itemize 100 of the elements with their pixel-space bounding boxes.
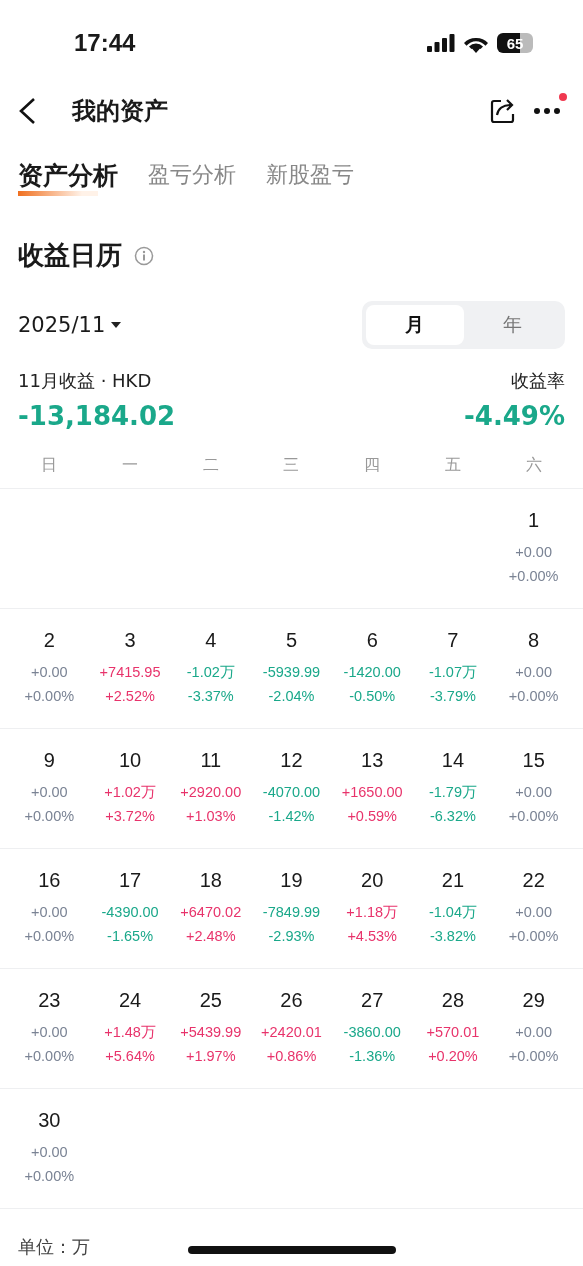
day-return: +1.03%	[186, 807, 236, 826]
day-profit: -1.02万	[186, 663, 235, 682]
day-number[interactable]: 18	[199, 869, 222, 892]
day-number[interactable]: 21	[441, 869, 465, 892]
day-return: +0.00%	[508, 687, 559, 706]
day-profit: -1420.00	[343, 663, 401, 682]
period-option[interactable]: 年	[463, 305, 561, 345]
day-number[interactable]: 13	[361, 749, 384, 772]
day-number[interactable]: 5	[285, 629, 298, 652]
day-return: +0.00%	[508, 927, 559, 946]
day-number[interactable]: 25	[199, 989, 222, 1012]
day-number[interactable]: 20	[361, 869, 384, 892]
day-return: -2.04%	[268, 687, 315, 706]
day-return: +0.00%	[24, 1167, 75, 1186]
day-return: +0.00%	[24, 807, 75, 826]
day-return: -3.82%	[429, 927, 476, 946]
day-return: +3.72%	[105, 807, 155, 826]
day-return: +2.52%	[105, 687, 155, 706]
day-profit: +5439.99	[180, 1023, 242, 1042]
day-return: -6.32%	[429, 807, 476, 826]
day-profit: +0.00	[515, 903, 552, 922]
day-number[interactable]: 19	[280, 869, 303, 892]
tab[interactable]: 新股盈亏	[266, 160, 354, 194]
unit-note: 单位：万	[18, 1235, 90, 1259]
day-profit: -7849.99	[262, 903, 321, 922]
day-number[interactable]: 4	[205, 629, 217, 652]
day-number[interactable]: 23	[38, 989, 61, 1012]
weekday-label: 四	[363, 455, 382, 476]
weekday-label: 六	[524, 455, 543, 476]
day-profit: +0.00	[515, 663, 552, 682]
share-button[interactable]	[489, 97, 517, 125]
day-profit: +0.00	[515, 1023, 552, 1042]
day-return: +0.00%	[24, 927, 75, 946]
rate-label: 收益率	[511, 369, 565, 393]
day-return: +0.20%	[428, 1047, 478, 1066]
day-number[interactable]: 8	[528, 629, 540, 652]
day-return: +1.97%	[186, 1047, 236, 1066]
day-number[interactable]: 1	[528, 509, 540, 532]
day-number[interactable]: 30	[38, 1109, 61, 1132]
day-return: +2.48%	[186, 927, 236, 946]
day-number[interactable]: 3	[124, 629, 136, 652]
day-profit: -4070.00	[262, 783, 321, 802]
page-title: 我的资产	[72, 96, 169, 127]
weekday-label: 二	[201, 455, 220, 476]
period-option[interactable]: 月	[366, 305, 464, 345]
day-profit: +6470.02	[180, 903, 242, 922]
day-profit: -3860.00	[343, 1023, 401, 1042]
day-number[interactable]: 27	[361, 989, 384, 1012]
day-profit: -4390.00	[101, 903, 159, 922]
day-return: +0.86%	[266, 1047, 317, 1066]
day-return: +4.53%	[347, 927, 397, 946]
day-number[interactable]: 29	[522, 989, 545, 1012]
day-profit: +0.00	[31, 783, 68, 802]
day-return: +0.00%	[508, 1047, 559, 1066]
day-profit: +1.18万	[346, 903, 399, 922]
day-profit: +2420.01	[261, 1023, 322, 1042]
day-number[interactable]: 16	[38, 869, 61, 892]
day-profit: +2920.00	[180, 783, 242, 802]
day-return: +0.59%	[347, 807, 397, 826]
weekday-label: 三	[282, 455, 301, 476]
signal-icon	[427, 34, 455, 52]
day-return: -3.79%	[429, 687, 476, 706]
day-profit: +7415.95	[99, 663, 161, 682]
day-profit: -1.07万	[428, 663, 477, 682]
day-number[interactable]: 6	[366, 629, 378, 652]
day-return: -1.65%	[107, 927, 154, 946]
day-number[interactable]: 28	[441, 989, 465, 1012]
day-profit: +1.48万	[104, 1023, 156, 1042]
day-profit: +0.00	[31, 663, 68, 682]
day-number[interactable]: 14	[441, 749, 465, 772]
day-number[interactable]: 11	[200, 749, 222, 772]
day-number[interactable]: 24	[118, 989, 142, 1012]
section-title: 收益日历	[18, 239, 122, 272]
day-profit: +0.00	[515, 783, 552, 802]
day-return: -1.42%	[268, 807, 315, 826]
day-number[interactable]: 10	[118, 749, 142, 772]
day-number[interactable]: 9	[43, 749, 55, 772]
day-profit: -1.79万	[428, 783, 477, 802]
status-time: 17:44	[74, 29, 136, 57]
day-number[interactable]: 7	[447, 629, 459, 652]
day-profit: +0.00	[515, 543, 552, 562]
day-number[interactable]: 2	[43, 629, 55, 652]
day-profit: +1.02万	[104, 783, 156, 802]
day-number[interactable]: 22	[522, 869, 545, 892]
day-number[interactable]: 12	[280, 749, 303, 772]
day-return: +0.00%	[24, 1047, 75, 1066]
month-picker[interactable]: 2025/11	[18, 313, 122, 337]
info-icon[interactable]	[134, 245, 154, 266]
more-button[interactable]	[533, 107, 561, 115]
day-profit: +1650.00	[341, 783, 403, 802]
day-number[interactable]: 17	[118, 869, 142, 892]
tab[interactable]: 盈亏分析	[148, 160, 236, 194]
day-number[interactable]: 26	[280, 989, 303, 1012]
day-profit: +570.01	[426, 1023, 480, 1042]
day-number[interactable]: 15	[522, 749, 545, 772]
day-profit: +0.00	[31, 903, 68, 922]
day-profit: -1.04万	[428, 903, 477, 922]
day-return: -0.50%	[349, 687, 396, 706]
day-return: -1.36%	[349, 1047, 396, 1066]
day-return: +5.64%	[105, 1047, 155, 1066]
